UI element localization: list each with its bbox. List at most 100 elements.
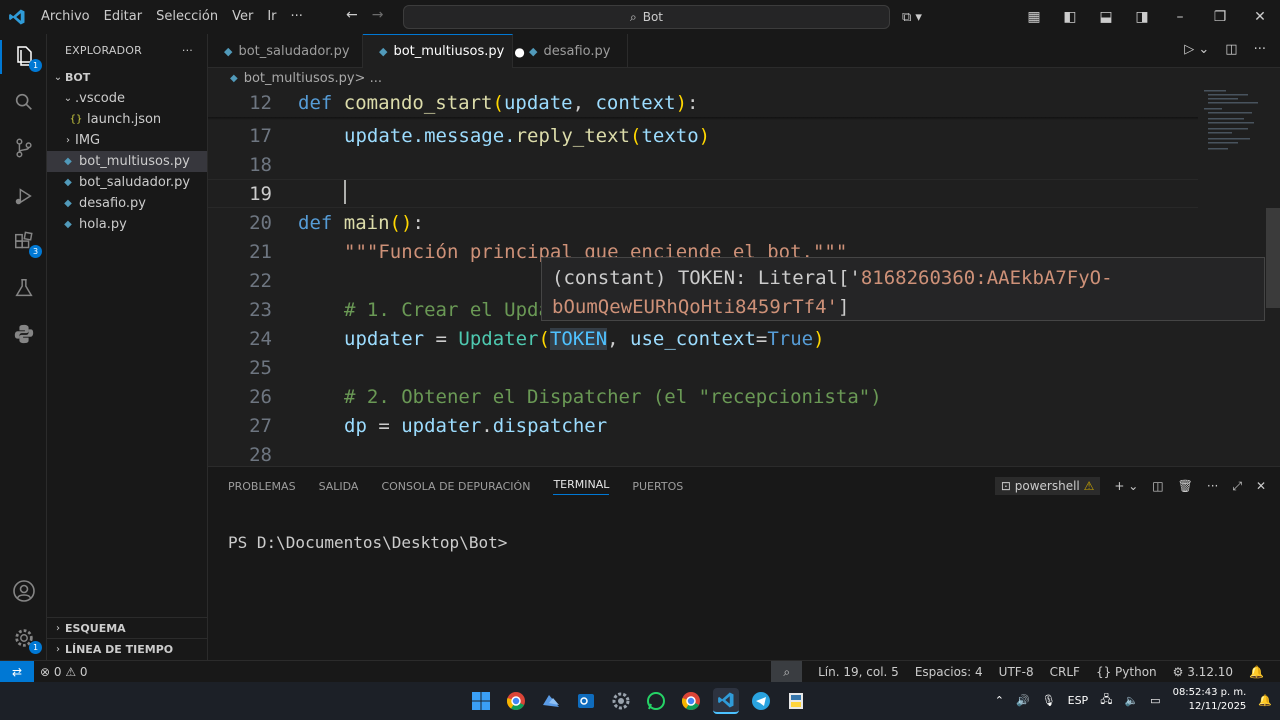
folder-root[interactable]: ⌄ BOT — [47, 67, 207, 88]
run-debug-icon[interactable] — [10, 182, 38, 210]
code-line-17[interactable]: 17 update.message.reply_text(texto) — [208, 121, 1198, 150]
editor-scrollbar[interactable] — [1266, 208, 1280, 308]
account-icon[interactable] — [10, 577, 38, 605]
breadcrumb-file[interactable]: bot_multiusos.py — [244, 71, 355, 86]
search-view-icon[interactable] — [10, 88, 38, 116]
more-actions-icon[interactable]: ··· — [1207, 479, 1218, 493]
clock[interactable]: 08:52:43 p. m. 12/11/2025 — [1173, 686, 1247, 714]
tree-item-vscode[interactable]: ⌄ .vscode — [47, 88, 207, 109]
toggle-sidebar-icon[interactable]: ◧ — [1052, 0, 1088, 34]
code-line-28[interactable]: 28 — [208, 440, 1198, 466]
extensions-icon[interactable]: 3 — [10, 228, 42, 258]
menu-editar[interactable]: Editar — [97, 0, 150, 34]
source-control-icon[interactable] — [10, 134, 38, 162]
file-explorer-icon[interactable] — [538, 688, 564, 714]
tab-problemas[interactable]: PROBLEMAS — [228, 480, 296, 493]
tab-puertos[interactable]: PUERTOS — [632, 480, 683, 493]
tree-item-bot-saludador[interactable]: ◆ bot_saludador.py — [47, 172, 207, 193]
tab-terminal[interactable]: TERMINAL — [553, 478, 610, 495]
tab-consola-depuracion[interactable]: CONSOLA DE DEPURACIÓN — [381, 480, 530, 493]
tree-item-launch-json[interactable]: {} launch.json — [47, 109, 207, 130]
code-line-26[interactable]: 26 # 2. Obtener el Dispatcher (el "recep… — [208, 382, 1198, 411]
encoding[interactable]: UTF-8 — [999, 661, 1034, 683]
code-line-20[interactable]: 20 def main(): — [208, 208, 1198, 237]
language-mode[interactable]: {} Python — [1096, 661, 1157, 683]
python-icon[interactable] — [10, 320, 38, 348]
outline-section[interactable]: › ESQUEMA — [47, 617, 208, 639]
battery-icon[interactable]: ▭ — [1150, 694, 1160, 707]
forward-arrow-icon[interactable]: → — [372, 7, 384, 23]
volume-icon[interactable]: 🔊 — [1016, 694, 1030, 707]
tray-chevron-up-icon[interactable]: ⌃ — [995, 694, 1004, 707]
telegram-icon[interactable] — [748, 688, 774, 714]
tree-item-label: launch.json — [87, 112, 162, 127]
settings-gear-icon[interactable]: 1 — [10, 624, 42, 654]
code-line-18[interactable]: 18 — [208, 150, 1198, 179]
whatsapp-icon[interactable] — [643, 688, 669, 714]
more-actions-icon[interactable]: ··· — [1254, 42, 1266, 57]
menu-more[interactable]: ··· — [284, 0, 310, 34]
menu-ir[interactable]: Ir — [260, 0, 283, 34]
python-idle-icon[interactable] — [783, 688, 809, 714]
tab-salida[interactable]: SALIDA — [319, 480, 359, 493]
code-line-27[interactable]: 27 dp = updater.dispatcher — [208, 411, 1198, 440]
python-interpreter[interactable]: ⚙ 3.12.10 — [1173, 661, 1233, 683]
microphone-icon[interactable]: 🎙 — [1042, 694, 1056, 707]
terminal-prompt[interactable]: PS D:\Documentos\Desktop\Bot> — [228, 533, 507, 552]
explorer-icon[interactable]: 1 — [10, 42, 42, 72]
cursor-position[interactable]: Lín. 19, col. 5 — [818, 661, 899, 683]
minimap[interactable] — [1200, 88, 1266, 158]
tab-bot-saludador[interactable]: ◆ bot_saludador.py — [208, 34, 363, 68]
menu-ver[interactable]: Ver — [225, 0, 260, 34]
settings-app-icon[interactable] — [608, 688, 634, 714]
new-terminal-icon[interactable]: + ⌄ — [1114, 479, 1138, 493]
split-terminal-icon[interactable]: ◫ — [1152, 479, 1163, 493]
code-line-24[interactable]: 24 updater = Updater(TOKEN, use_context=… — [208, 324, 1198, 353]
tree-item-img[interactable]: › IMG — [47, 130, 207, 151]
tree-item-bot-multiusos[interactable]: ◆ bot_multiusos.py — [47, 151, 207, 172]
chrome-icon[interactable] — [503, 688, 529, 714]
code-line-19[interactable]: 19 — [208, 179, 1198, 208]
zoom-icon[interactable]: ⌕ — [771, 661, 803, 683]
windows-start-icon[interactable] — [468, 688, 494, 714]
code-line-25[interactable]: 25 — [208, 353, 1198, 382]
layout-customize-icon[interactable]: ▦ — [1016, 0, 1052, 34]
testing-flask-icon[interactable] — [10, 274, 38, 302]
tab-desafio[interactable]: ◆ desafio.py — [513, 34, 628, 68]
remote-icon[interactable]: ⇄ — [0, 661, 34, 683]
back-arrow-icon[interactable]: ← — [346, 7, 358, 23]
vscode-taskbar-icon[interactable] — [713, 688, 739, 714]
command-center-search[interactable]: ⌕ Bot — [403, 5, 890, 29]
end-of-line[interactable]: CRLF — [1050, 661, 1080, 683]
outlook-icon[interactable] — [573, 688, 599, 714]
toggle-panel-icon[interactable]: ⬓ — [1088, 0, 1124, 34]
notification-center-icon[interactable]: 🔔 — [1258, 694, 1272, 707]
maximize-button[interactable]: ❐ — [1200, 0, 1240, 34]
sticky-line-12[interactable]: 12 def comando_start(update, context): — [208, 88, 1198, 117]
indentation[interactable]: Espacios: 4 — [915, 661, 983, 683]
timeline-section[interactable]: › LÍNEA DE TIEMPO — [47, 638, 208, 660]
minimize-button[interactable]: – — [1160, 0, 1200, 34]
notifications-bell-icon[interactable]: 🔔 — [1249, 661, 1264, 683]
sound-icon[interactable]: 🔈 — [1124, 694, 1138, 707]
chrome-profile-icon[interactable] — [678, 688, 704, 714]
terminal-shell-selector[interactable]: ⊡ powershell ⚠ — [994, 477, 1101, 495]
toggle-secondary-sidebar-icon[interactable]: ◨ — [1124, 0, 1160, 34]
run-play-icon[interactable]: ▷ ⌄ — [1184, 42, 1209, 57]
tree-item-hola[interactable]: ◆ hola.py — [47, 214, 207, 235]
copilot-icon[interactable]: ⧉ ▾ — [902, 10, 922, 25]
menu-seleccion[interactable]: Selección — [149, 0, 225, 34]
breadcrumb-rest[interactable]: > ... — [355, 71, 382, 86]
maximize-panel-icon[interactable]: ⤢ — [1232, 479, 1242, 494]
network-icon[interactable]: 🖧 — [1100, 691, 1112, 710]
problems-indicator[interactable]: ⊗ 0 ⚠ 0 — [40, 661, 88, 683]
tree-item-desafio[interactable]: ◆ desafio.py — [47, 193, 207, 214]
menu-archivo[interactable]: Archivo — [34, 0, 97, 34]
close-window-button[interactable]: ✕ — [1240, 0, 1280, 34]
split-editor-icon[interactable]: ◫ — [1225, 42, 1237, 57]
keyboard-language[interactable]: ESP — [1068, 694, 1089, 707]
close-panel-icon[interactable]: ✕ — [1256, 479, 1266, 493]
tab-bot-multiusos[interactable]: ◆ bot_multiusos.py ● — [363, 34, 525, 68]
kill-terminal-icon[interactable]: 🗑 — [1178, 479, 1193, 493]
explorer-more-icon[interactable]: ··· — [182, 44, 193, 57]
